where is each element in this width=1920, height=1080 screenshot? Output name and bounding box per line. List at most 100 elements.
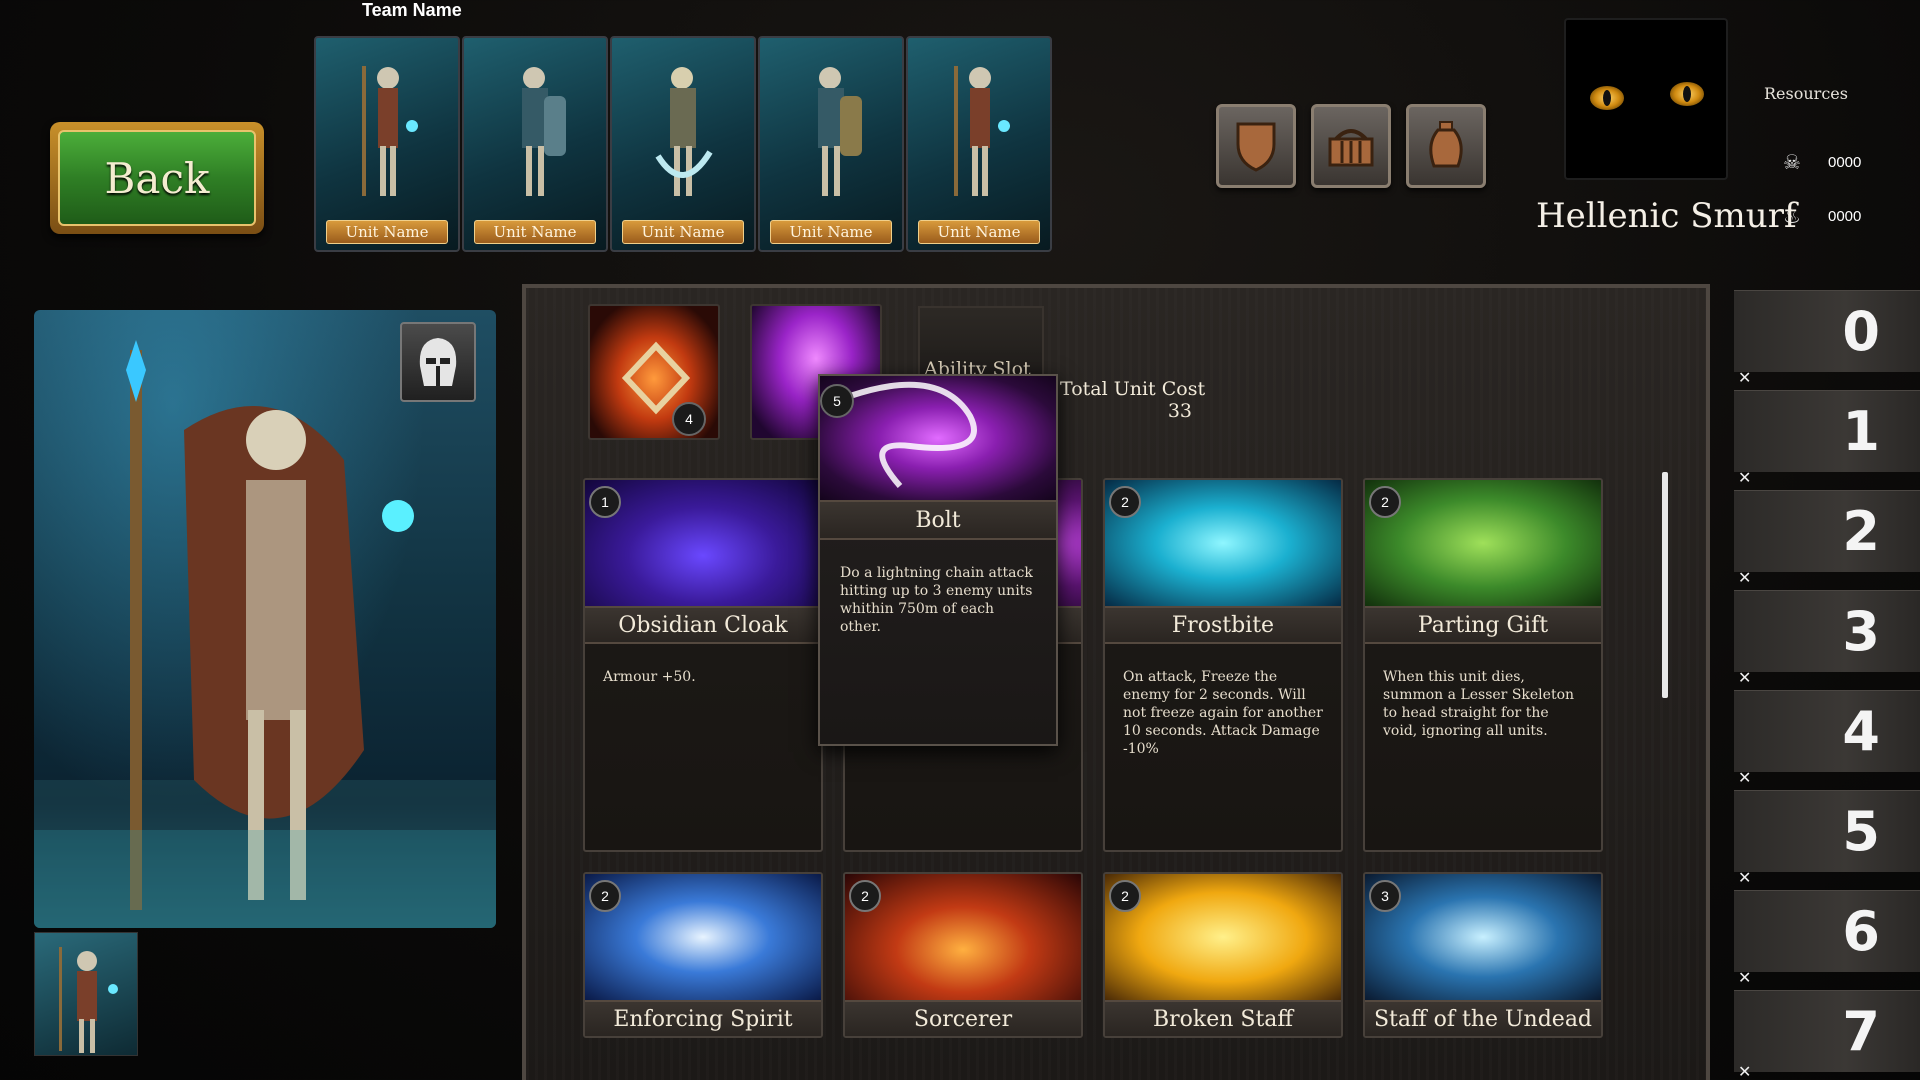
card-description: When this unit dies, summon a Lesser Ske… <box>1383 669 1575 739</box>
unit-name-label: Unit Name <box>622 220 744 244</box>
close-icon[interactable]: ✕ <box>1738 770 1754 786</box>
player-avatar[interactable] <box>1564 18 1728 180</box>
ability-card-obsidian-cloak[interactable]: 1 Obsidian Cloak Armour +50. <box>583 478 823 852</box>
enforcing-spirit-art: 2 <box>585 874 821 1000</box>
lightning-icon <box>849 381 977 488</box>
tooltip-cost-badge: 5 <box>820 384 854 418</box>
urn-icon <box>1429 121 1463 168</box>
team-roster: Unit Name Unit Name Unit Name Unit Name <box>314 36 1054 252</box>
avatar-eye <box>1590 86 1624 110</box>
unit-slot[interactable]: 4 <box>1734 690 1920 772</box>
ability-tooltip-bolt: 5 Bolt Do a lightning chain attack hitti… <box>818 374 1058 746</box>
card-cost-badge: 1 <box>589 486 621 518</box>
unit-name-label: Unit Name <box>918 220 1040 244</box>
card-title: Enforcing Spirit <box>585 1000 821 1036</box>
unit-slot-column: 0 ✕ 1 ✕ 2 ✕ 3 ✕ 4 ✕ 5 ✕ 6 ✕ 7 ✕ <box>1734 290 1920 1080</box>
urn-category-button[interactable] <box>1406 104 1486 188</box>
card-cost-badge: 2 <box>1109 486 1141 518</box>
slot-number: 7 <box>1842 1000 1880 1063</box>
unit-slot[interactable]: 6 <box>1734 890 1920 972</box>
unit-skin-thumbnail[interactable] <box>34 932 138 1056</box>
unit-name-label: Unit Name <box>474 220 596 244</box>
team-unit-card[interactable]: Unit Name <box>906 36 1052 252</box>
basket-category-button[interactable] <box>1311 104 1391 188</box>
unit-slot[interactable]: 2 <box>1734 490 1920 572</box>
back-button-label: Back <box>58 130 256 226</box>
card-cost-badge: 3 <box>1369 880 1401 912</box>
bolt-art: 5 <box>820 376 1056 500</box>
unit-name-label: Unit Name <box>326 220 448 244</box>
resource-value: 0000 <box>1828 153 1862 171</box>
skeleton-mage-thumb-icon <box>59 947 118 1053</box>
close-icon[interactable]: ✕ <box>1738 370 1754 386</box>
close-icon[interactable]: ✕ <box>1738 870 1754 886</box>
tooltip-title: Bolt <box>820 500 1056 540</box>
team-unit-card[interactable]: Unit Name <box>758 36 904 252</box>
team-unit-card[interactable]: Unit Name <box>314 36 460 252</box>
card-cost-badge: 2 <box>1109 880 1141 912</box>
frostbite-art: 2 <box>1105 480 1341 606</box>
slot-number: 2 <box>1842 500 1880 563</box>
resource-value: 0000 <box>1828 207 1862 225</box>
ability-card-sorcerer[interactable]: 2 Sorcerer <box>843 872 1083 1038</box>
skeleton-mage-icon <box>362 66 418 196</box>
obsidian-cloak-art: 1 <box>585 480 821 606</box>
resources-title: Resources <box>1764 84 1848 103</box>
close-icon[interactable]: ✕ <box>1738 470 1754 486</box>
card-title: Broken Staff <box>1105 1000 1341 1036</box>
broken-staff-art: 2 <box>1105 874 1341 1000</box>
unit-slot[interactable]: 7 <box>1734 990 1920 1072</box>
skeleton-mage-icon <box>954 66 1010 196</box>
basket-icon <box>1328 129 1374 167</box>
ability-card-enforcing-spirit[interactable]: 2 Enforcing Spirit <box>583 872 823 1038</box>
skeleton-viking-icon <box>655 67 713 196</box>
ability-card-parting-gift[interactable]: 2 Parting Gift When this unit dies, summ… <box>1363 478 1603 852</box>
slot-number: 5 <box>1842 800 1880 863</box>
unit-slot[interactable]: 1 <box>1734 390 1920 472</box>
slot-number: 3 <box>1842 600 1880 663</box>
ability-list-scrollbar[interactable] <box>1662 472 1668 698</box>
ability-card-frostbite[interactable]: 2 Frostbite On attack, Freeze the enemy … <box>1103 478 1343 852</box>
parting-gift-art: 2 <box>1365 480 1601 606</box>
selected-unit-portrait <box>34 310 496 928</box>
team-unit-card[interactable]: Unit Name <box>462 36 608 252</box>
resource-row-skull: ☠ 0000 <box>1780 148 1900 176</box>
slot-number: 0 <box>1842 300 1880 363</box>
close-icon[interactable]: ✕ <box>1738 970 1754 986</box>
unit-name-label: Unit Name <box>770 220 892 244</box>
close-icon[interactable]: ✕ <box>1738 670 1754 686</box>
card-title: Staff of the Undead <box>1365 1000 1601 1036</box>
staff-of-the-undead-art: 3 <box>1365 874 1601 1000</box>
skeleton-warrior-icon <box>522 67 566 196</box>
player-name: Hellenic Smurf <box>1536 196 1797 236</box>
ability-card-broken-staff[interactable]: 2 Broken Staff <box>1103 872 1343 1038</box>
slot-cost-badge: 4 <box>672 402 706 436</box>
close-icon[interactable]: ✕ <box>1738 570 1754 586</box>
slot-number: 1 <box>1842 400 1880 463</box>
shield-category-button[interactable] <box>1216 104 1296 188</box>
card-title: Parting Gift <box>1365 606 1601 644</box>
card-title: Obsidian Cloak <box>585 606 821 644</box>
helmet-button[interactable] <box>400 322 476 402</box>
unit-slot[interactable]: 0 <box>1734 290 1920 372</box>
total-unit-cost-title: Total Unit Cost <box>1060 378 1206 400</box>
card-cost-badge: 2 <box>849 880 881 912</box>
unit-slot[interactable]: 3 <box>1734 590 1920 672</box>
tooltip-description: Do a lightning chain attack hitting up t… <box>840 565 1033 635</box>
ability-card-staff-of-the-undead[interactable]: 3 Staff of the Undead <box>1363 872 1603 1038</box>
card-title: Frostbite <box>1105 606 1341 644</box>
close-icon[interactable]: ✕ <box>1738 1064 1754 1080</box>
card-description: On attack, Freeze the enemy for 2 second… <box>1123 669 1323 757</box>
helmet-icon <box>419 338 457 386</box>
back-button[interactable]: Back <box>50 122 264 234</box>
slot-number: 4 <box>1842 700 1880 763</box>
card-cost-badge: 2 <box>1369 486 1401 518</box>
total-unit-cost-value: 33 <box>1167 400 1192 422</box>
team-unit-card[interactable]: Unit Name <box>610 36 756 252</box>
unit-slot[interactable]: 5 <box>1734 790 1920 872</box>
card-title: Sorcerer <box>845 1000 1081 1036</box>
sorcerer-art: 2 <box>845 874 1081 1000</box>
card-description: Armour +50. <box>603 669 696 685</box>
skeleton-warrior-icon <box>818 67 862 196</box>
equipped-ability-slot-fire[interactable]: 4 <box>588 304 720 440</box>
